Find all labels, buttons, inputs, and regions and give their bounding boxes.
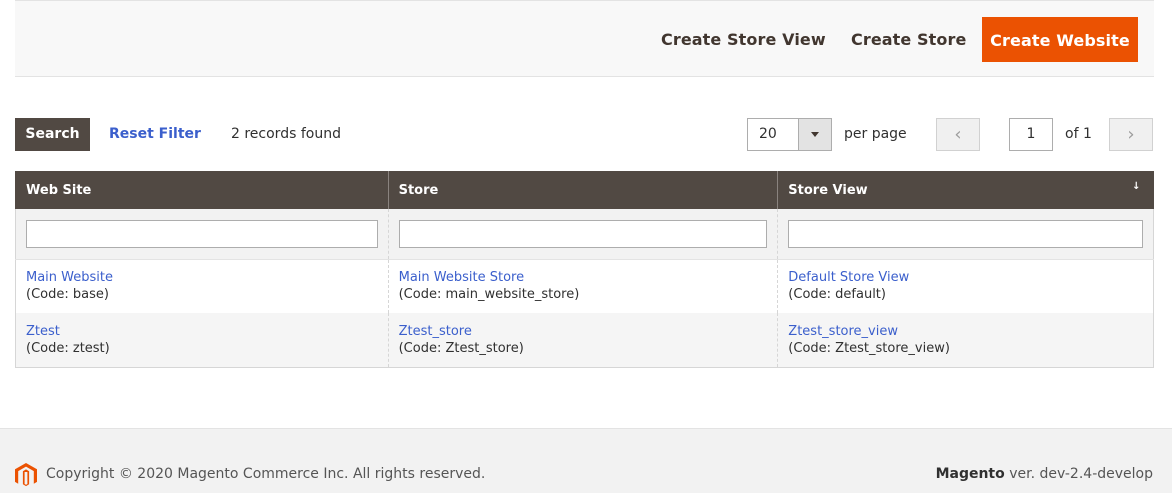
- version-number: ver. dev-2.4-develop: [1004, 466, 1153, 482]
- create-store-button[interactable]: Create Store: [851, 17, 966, 62]
- store-view-link[interactable]: Default Store View: [788, 269, 1143, 286]
- next-page-button[interactable]: ›: [1109, 118, 1153, 151]
- records-count: 2 records found: [231, 126, 341, 142]
- previous-page-button[interactable]: ‹: [936, 118, 980, 151]
- store-link[interactable]: Main Website Store: [399, 269, 768, 286]
- reset-filter-link[interactable]: Reset Filter: [109, 118, 201, 151]
- chevron-left-icon: ‹: [954, 124, 962, 145]
- store-code: (Code: main_website_store): [398, 287, 580, 303]
- store-filter-input[interactable]: [398, 219, 768, 248]
- page-footer: Copyright © 2020 Magento Commerce Inc. A…: [0, 428, 1172, 493]
- grid-header-row: Web Site Store Store View ↓: [15, 171, 1154, 209]
- per-page-value: 20: [759, 126, 777, 142]
- per-page-dropdown-toggle[interactable]: [798, 119, 831, 150]
- per-page-select[interactable]: 20: [747, 118, 832, 151]
- version-text: Magento ver. dev-2.4-develop: [936, 466, 1153, 482]
- column-header-store-view[interactable]: Store View ↓: [777, 171, 1154, 209]
- website-code: (Code: base): [26, 287, 109, 303]
- magento-logo-icon[interactable]: [15, 463, 37, 487]
- stores-grid: Web Site Store Store View ↓ Main Website…: [15, 171, 1154, 368]
- store-view-filter-input[interactable]: [788, 219, 1143, 248]
- per-page-label: per page: [844, 126, 907, 142]
- sort-arrow-icon: ↓: [1132, 181, 1141, 192]
- website-filter-input[interactable]: [26, 219, 378, 248]
- column-header-website[interactable]: Web Site: [15, 171, 389, 209]
- website-link[interactable]: Main Website: [26, 269, 378, 286]
- filter-row: [15, 209, 1154, 260]
- store-view-link[interactable]: Ztest_store_view: [788, 323, 1143, 340]
- column-header-store-view-label: Store View: [788, 182, 868, 198]
- page-actions-bar: Create Store View Create Store Create We…: [15, 0, 1154, 77]
- table-row: Main Website (Code: base) Main Website S…: [15, 259, 1154, 313]
- current-page-input[interactable]: 1: [1009, 118, 1053, 151]
- brand-name[interactable]: Magento: [936, 466, 1005, 482]
- grid-toolbar: Search Reset Filter 2 records found 20 p…: [15, 118, 1154, 152]
- column-header-store[interactable]: Store: [387, 171, 778, 209]
- website-code: (Code: ztest): [26, 340, 110, 356]
- page-total: of 1: [1065, 126, 1092, 142]
- chevron-right-icon: ›: [1127, 124, 1135, 145]
- store-code: (Code: Ztest_store): [398, 340, 524, 356]
- create-store-view-button[interactable]: Create Store View: [661, 17, 826, 62]
- store-view-code: (Code: Ztest_store_view): [788, 340, 950, 356]
- chevron-down-icon: [811, 132, 819, 137]
- create-website-button[interactable]: Create Website: [982, 17, 1138, 62]
- copyright-text: Copyright © 2020 Magento Commerce Inc. A…: [46, 466, 486, 482]
- search-button[interactable]: Search: [15, 118, 90, 151]
- table-row: Ztest (Code: ztest) Ztest_store (Code: Z…: [15, 313, 1154, 368]
- store-link[interactable]: Ztest_store: [399, 323, 768, 340]
- website-link[interactable]: Ztest: [26, 323, 378, 340]
- store-view-code: (Code: default): [788, 287, 886, 303]
